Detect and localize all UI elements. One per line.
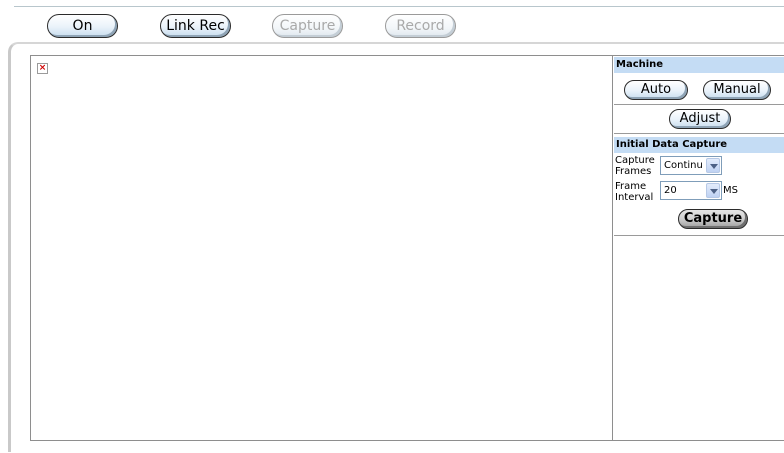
auto-button[interactable]: Auto [624,80,688,100]
machine-separator-1 [614,104,784,105]
capture-frames-label-2: Frames [615,166,652,177]
frame-interval-value: 20 [664,185,677,196]
machine-separator-2 [614,133,784,134]
adjust-button[interactable]: Adjust [669,109,731,129]
video-viewport[interactable]: × [30,55,612,441]
capture-button[interactable]: Capture [678,209,748,229]
capture-frames-value: Continu [664,160,703,171]
chevron-down-icon[interactable] [706,183,720,198]
frame-interval-select[interactable]: 20 [660,181,722,200]
control-panel: Machine Auto Manual Adjust Initial Data … [612,55,784,441]
manual-button[interactable]: Manual [703,80,771,100]
chevron-down-icon[interactable] [706,158,720,173]
initial-capture-section-title: Initial Data Capture [614,137,784,153]
capture-toolbar-button[interactable]: Capture [272,14,343,38]
link-rec-button[interactable]: Link Rec [160,14,231,38]
frame-interval-unit: MS [723,185,738,196]
top-divider [14,6,784,7]
frame-interval-label-1: Frame [615,181,647,192]
capture-frames-label-1: Capture [615,155,655,166]
on-button[interactable]: On [47,14,118,38]
frame-interval-label-2: Interval [615,192,654,203]
record-button[interactable]: Record [385,14,456,38]
machine-section-title: Machine [614,57,784,73]
broken-image-icon: × [37,63,48,74]
capture-separator [614,235,784,236]
capture-frames-select[interactable]: Continu [660,156,722,175]
